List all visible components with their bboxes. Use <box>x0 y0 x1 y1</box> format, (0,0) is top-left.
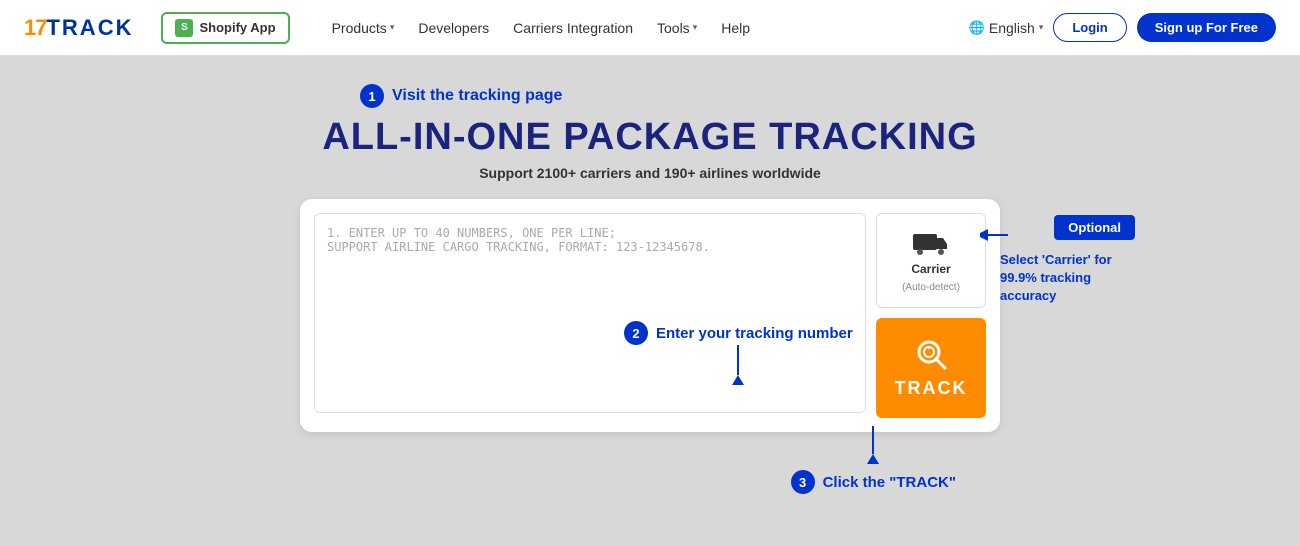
step1-circle: 1 <box>360 84 384 108</box>
nav-tools[interactable]: Tools ▾ <box>647 14 707 42</box>
step2-annotation: 2 Enter your tracking number <box>624 321 853 385</box>
main-nav: Products ▾ Developers Carriers Integrati… <box>322 14 760 42</box>
language-selector[interactable]: 🌐 English ▾ <box>969 20 1044 36</box>
track-icon <box>913 336 949 372</box>
step3-arrow-head <box>867 454 879 464</box>
step3-annotation: 3 Click the "TRACK" <box>791 426 956 494</box>
nav-developers[interactable]: Developers <box>408 14 499 42</box>
truck-icon <box>913 228 949 256</box>
logo[interactable]: 17 TRACK <box>24 15 133 41</box>
step3-circle: 3 <box>791 470 815 494</box>
carrier-sublabel: (Auto-detect) <box>902 282 960 293</box>
arrow-line-up <box>737 345 739 375</box>
optional-arrow-icon <box>980 227 1010 243</box>
shopify-app-button[interactable]: S Shopify App <box>161 12 289 44</box>
arrow-up <box>732 375 744 385</box>
step3-arrow-line <box>872 426 874 454</box>
nav-help[interactable]: Help <box>711 14 760 42</box>
signup-button[interactable]: Sign up For Free <box>1137 13 1276 42</box>
tracking-textarea-wrap: 1. ENTER UP TO 40 NUMBERS, ONE PER LINE;… <box>314 213 866 418</box>
logo-17: 17 <box>24 15 46 41</box>
tracking-right: Carrier (Auto-detect) TRACK <box>876 213 986 418</box>
header-right: 🌐 English ▾ Login Sign up For Free <box>969 13 1276 42</box>
tracking-widget: 1. ENTER UP TO 40 NUMBERS, ONE PER LINE;… <box>300 199 1000 432</box>
logo-track: TRACK <box>46 15 133 41</box>
shopify-icon: S <box>175 19 193 37</box>
step2-text: 2 Enter your tracking number <box>624 321 853 345</box>
login-button[interactable]: Login <box>1053 13 1126 42</box>
step2-circle: 2 <box>624 321 648 345</box>
carrier-label: Carrier <box>911 262 950 276</box>
optional-description: Select 'Carrier' for 99.9% tracking accu… <box>1000 251 1150 306</box>
page-title: ALL-IN-ONE PACKAGE TRACKING <box>322 116 977 159</box>
content-container: 1 Visit the tracking page ALL-IN-ONE PAC… <box>300 84 1000 502</box>
track-button[interactable]: TRACK <box>876 318 986 419</box>
carrier-button[interactable]: Carrier (Auto-detect) <box>876 213 986 308</box>
optional-badge: Optional <box>1054 215 1135 240</box>
step1-label: 1 Visit the tracking page <box>360 84 562 108</box>
nav-carriers[interactable]: Carriers Integration <box>503 14 643 42</box>
step3-text: 3 Click the "TRACK" <box>791 470 956 494</box>
chevron-down-icon: ▾ <box>390 22 395 33</box>
nav-products[interactable]: Products ▾ <box>322 14 405 42</box>
globe-icon: 🌐 <box>969 20 985 36</box>
main-content: 1 Visit the tracking page ALL-IN-ONE PAC… <box>0 56 1300 522</box>
shopify-btn-label: Shopify App <box>199 20 275 35</box>
chevron-down-icon: ▾ <box>693 22 698 33</box>
chevron-down-icon: ▾ <box>1039 22 1044 33</box>
widget-container: 1. ENTER UP TO 40 NUMBERS, ONE PER LINE;… <box>300 199 1000 432</box>
step1-text: Visit the tracking page <box>392 87 562 105</box>
header: 17 TRACK S Shopify App Products ▾ Develo… <box>0 0 1300 56</box>
page-subtitle: Support 2100+ carriers and 190+ airlines… <box>479 165 821 181</box>
